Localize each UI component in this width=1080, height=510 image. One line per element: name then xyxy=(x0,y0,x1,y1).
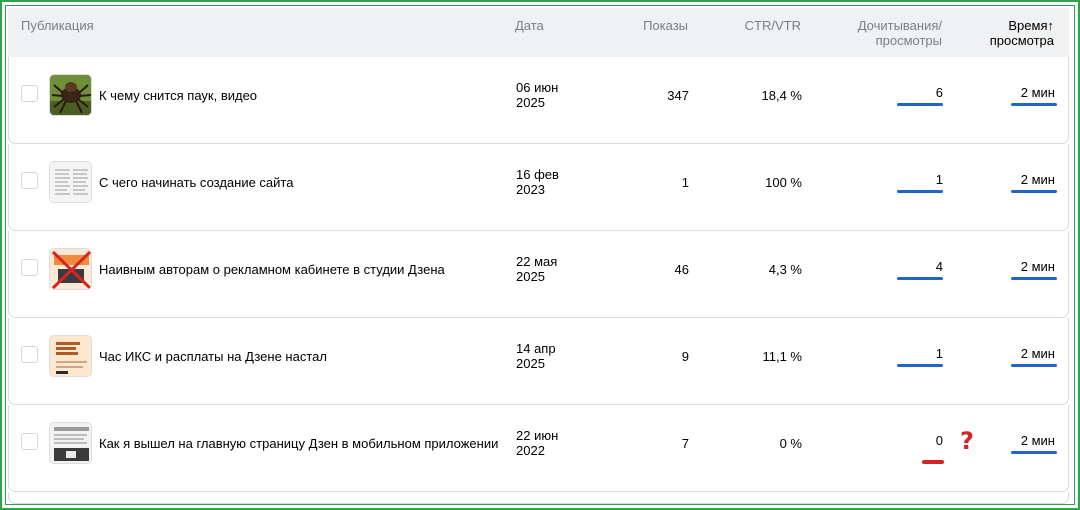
thumbnail-image xyxy=(49,161,92,203)
views-count: 7 xyxy=(681,436,689,451)
table-row[interactable]: Наивным авторам о рекламном кабинете в с… xyxy=(8,231,1069,318)
reads-bar xyxy=(897,364,943,367)
header-date[interactable]: Дата xyxy=(515,18,544,33)
date-year: 2025 xyxy=(516,269,545,284)
table-row[interactable] xyxy=(8,492,1069,504)
view-time: 2 мин xyxy=(1020,433,1055,448)
date-year: 2022 xyxy=(516,443,545,458)
article-cover-thumbnail-icon xyxy=(50,336,91,376)
date-year: 2025 xyxy=(516,95,545,110)
view-time-bar xyxy=(1011,103,1057,106)
ad-cabinet-thumbnail-icon xyxy=(50,249,91,289)
thumbnail-image xyxy=(49,74,92,116)
publication-title[interactable]: Час ИКС и расплаты на Дзене настал xyxy=(99,349,327,364)
question-mark-annotation: ? xyxy=(960,427,974,455)
thumbnail-image xyxy=(49,248,92,290)
stats-table: Публикация Дата Показы CTR/VTR Дочитыван… xyxy=(0,0,1080,510)
thumbnail-image xyxy=(49,335,92,377)
document-thumbnail-icon xyxy=(50,162,91,202)
reads-count: 1 xyxy=(935,172,943,187)
publication-title[interactable]: К чему снится паук, видео xyxy=(99,88,257,103)
reads-bar xyxy=(897,103,943,106)
table-row[interactable]: К чему снится паук, видео 06 июн 2025 34… xyxy=(8,57,1069,144)
view-time-bar xyxy=(1011,277,1057,280)
date-year: 2023 xyxy=(516,182,545,197)
publication-date: 14 апр 2025 xyxy=(516,341,576,371)
reads-count: 1 xyxy=(935,346,943,361)
publication-date: 06 июн 2025 xyxy=(516,80,576,110)
views-count: 9 xyxy=(681,349,689,364)
header-view-time[interactable]: Время↑ просмотра xyxy=(957,18,1054,48)
publication-title[interactable]: С чего начинать создание сайта xyxy=(99,175,293,190)
views-count: 1 xyxy=(681,175,689,190)
header-reads-line2: просмотры xyxy=(875,33,942,48)
row-checkbox[interactable] xyxy=(21,172,38,189)
reads-count: 4 xyxy=(935,259,943,274)
view-time: 2 мин xyxy=(1020,259,1055,274)
header-time-line1: Время xyxy=(1008,18,1048,33)
table-row[interactable]: С чего начинать создание сайта 16 фев 20… xyxy=(8,144,1069,231)
row-checkbox[interactable] xyxy=(21,85,38,102)
ctr-value: 18,4 % xyxy=(761,88,802,103)
table-row[interactable]: Час ИКС и расплаты на Дзене настал 14 ап… xyxy=(8,318,1069,405)
row-checkbox[interactable] xyxy=(21,433,38,450)
spider-thumbnail-icon xyxy=(50,75,91,115)
reads-bar xyxy=(897,190,943,193)
publication-title[interactable]: Как я вышел на главную страницу Дзен в м… xyxy=(99,436,498,451)
red-annotation-bar xyxy=(922,460,944,464)
reads-count: 6 xyxy=(935,85,943,100)
date-day: 06 июн xyxy=(516,80,559,95)
publication-date: 16 фев 2023 xyxy=(516,167,576,197)
views-count: 347 xyxy=(667,88,689,103)
publication-date: 22 июн 2022 xyxy=(516,428,576,458)
view-time-bar xyxy=(1011,364,1057,367)
row-checkbox[interactable] xyxy=(21,259,38,276)
table-header: Публикация Дата Показы CTR/VTR Дочитыван… xyxy=(8,8,1069,57)
view-time-bar xyxy=(1011,190,1057,193)
date-day: 22 мая xyxy=(516,254,558,269)
views-count: 46 xyxy=(674,262,689,277)
ctr-value: 0 % xyxy=(779,436,802,451)
header-time-line2: просмотра xyxy=(989,33,1054,48)
publication-date: 22 мая 2025 xyxy=(516,254,576,284)
sort-arrow-up-icon: ↑ xyxy=(1047,18,1055,33)
date-day: 16 фев xyxy=(516,167,559,182)
table-row[interactable]: Как я вышел на главную страницу Дзен в м… xyxy=(8,405,1069,492)
row-checkbox[interactable] xyxy=(21,346,38,363)
reads-bar xyxy=(897,277,943,280)
ctr-value: 4,3 % xyxy=(768,262,802,277)
header-reads-line1: Дочитывания/ xyxy=(857,18,942,33)
publication-title[interactable]: Наивным авторам о рекламном кабинете в с… xyxy=(99,262,445,277)
header-views[interactable]: Показы xyxy=(607,18,688,33)
ctr-value: 100 % xyxy=(765,175,802,190)
reads-count: 0 xyxy=(935,433,943,448)
ctr-value: 11,1 % xyxy=(762,349,802,364)
view-time: 2 мин xyxy=(1020,85,1055,100)
view-time: 2 мин xyxy=(1020,346,1055,361)
header-reads[interactable]: Дочитывания/ просмотры xyxy=(816,18,942,48)
thumbnail-image xyxy=(49,422,92,464)
view-time-bar xyxy=(1011,451,1057,454)
date-day: 14 апр xyxy=(516,341,556,356)
header-ctr[interactable]: CTR/VTR xyxy=(701,18,801,33)
screenshot-thumbnail-icon xyxy=(50,423,91,463)
date-year: 2025 xyxy=(516,356,545,371)
header-publication[interactable]: Публикация xyxy=(21,18,94,33)
date-day: 22 июн xyxy=(516,428,559,443)
view-time: 2 мин xyxy=(1020,172,1055,187)
